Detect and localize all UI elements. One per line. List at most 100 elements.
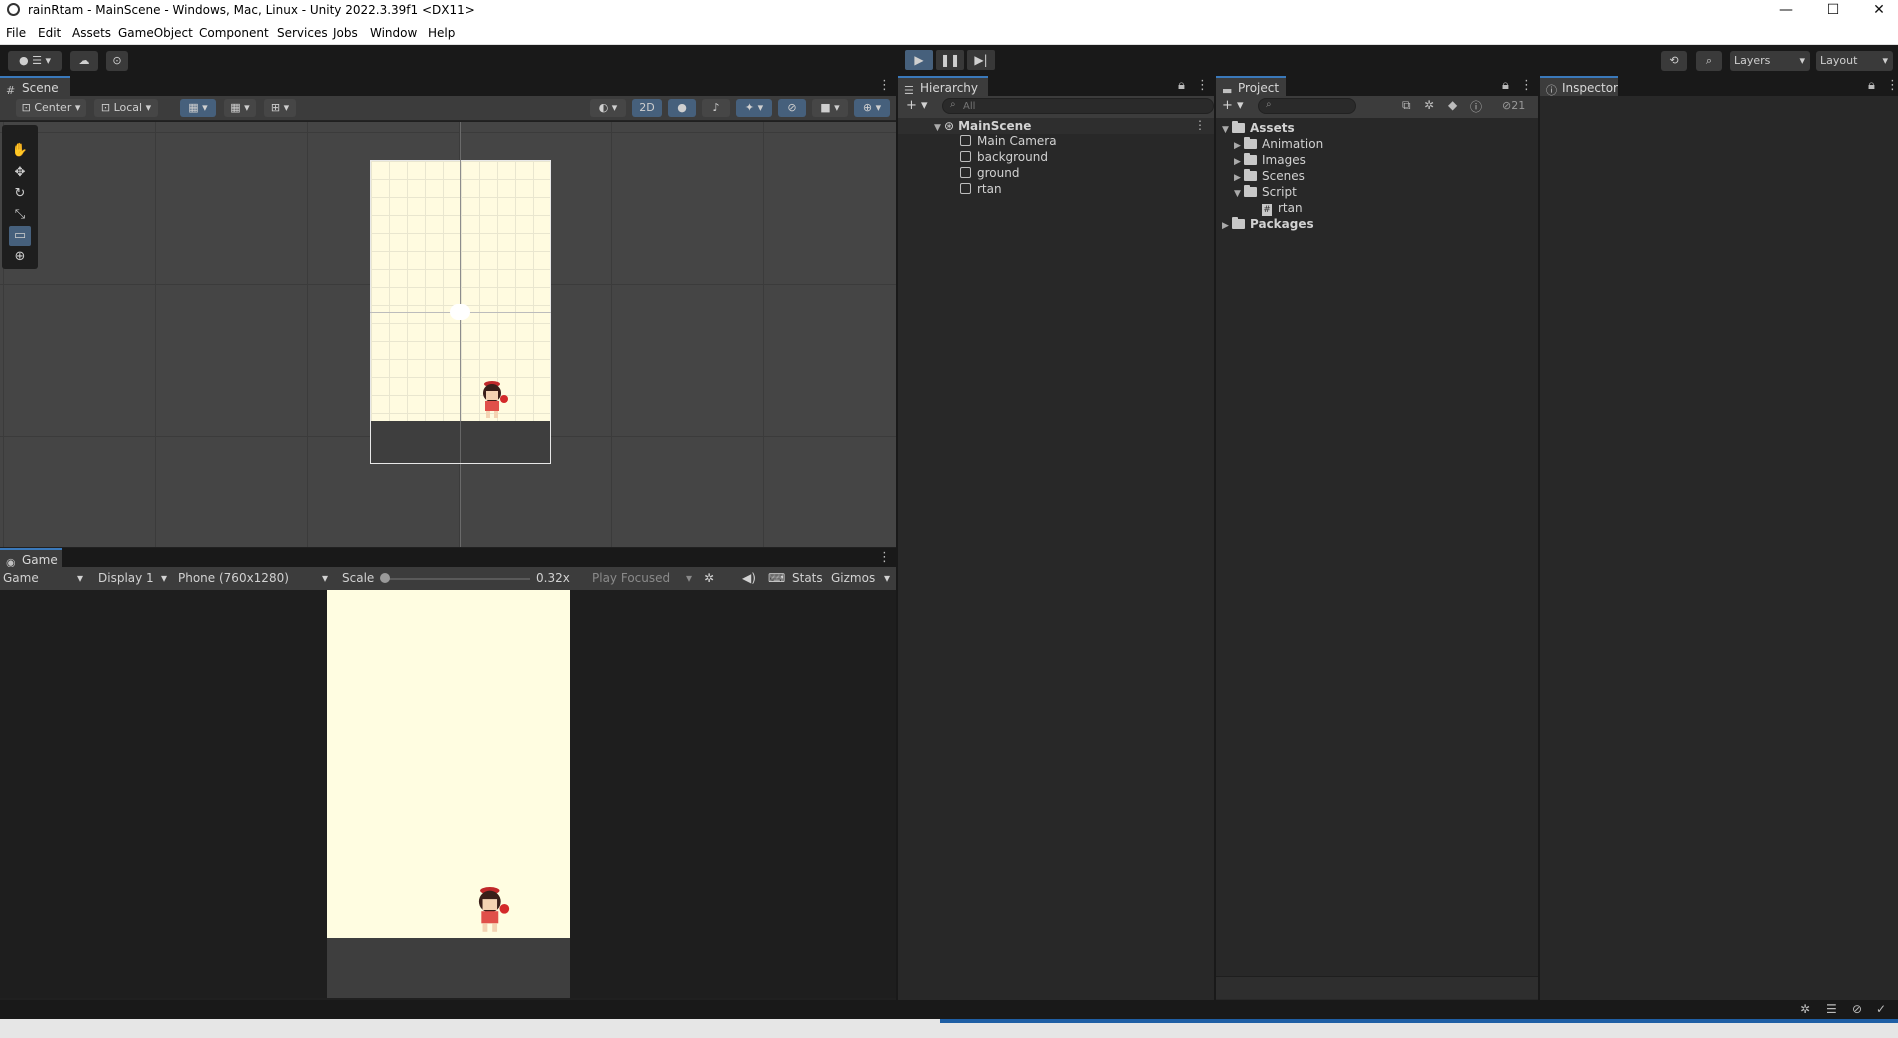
hand-tool-icon[interactable]: ✋ xyxy=(9,141,31,161)
move-tool-icon[interactable]: ✥ xyxy=(9,163,31,183)
project-assets-root[interactable]: ▼ Assets xyxy=(1222,120,1295,136)
snap-increment-button[interactable]: ▦ ▾ xyxy=(224,99,256,117)
transform-tool-icon[interactable]: ⊕ xyxy=(9,247,31,267)
keyboard-icon[interactable]: ⌨ xyxy=(768,567,785,589)
incremental-snap-button[interactable]: ⊞ ▾ xyxy=(264,99,296,117)
scene-row[interactable]: ▼ ⊛ MainScene ⋮ xyxy=(898,118,1214,134)
hierarchy-item-background[interactable]: background xyxy=(960,149,1048,165)
draw-mode-dropdown[interactable]: ◐ ▾ xyxy=(590,99,626,117)
maximize-button[interactable]: ☐ xyxy=(1810,0,1856,21)
hidden-objects-icon[interactable]: ⊘ xyxy=(778,99,806,117)
menu-assets[interactable]: Assets xyxy=(72,26,111,40)
pivot-dropdown[interactable]: ⊡ Center ▾ xyxy=(16,99,86,117)
filter-type-icon[interactable]: ✲ xyxy=(1424,98,1434,112)
bug-icon[interactable]: ✲ xyxy=(704,567,714,589)
history-icon[interactable]: ⟲ xyxy=(1661,51,1687,71)
search-icon[interactable]: ⌕ xyxy=(1696,51,1722,71)
collab-icon[interactable]: ⊙ xyxy=(106,51,128,71)
menu-window[interactable]: Window xyxy=(370,26,417,40)
debug-icon[interactable]: ✲ xyxy=(1800,1002,1810,1016)
play-focused-dropdown[interactable]: Play Focused ▾ xyxy=(592,567,696,589)
info-icon[interactable]: ⓘ xyxy=(1470,98,1482,115)
lock-icon[interactable]: 🔒︎ xyxy=(1178,78,1185,93)
more-options-icon[interactable]: ⋮ xyxy=(1194,118,1206,132)
camera-dropdown[interactable]: ■ ▾ xyxy=(812,99,848,117)
cloud-icon[interactable]: ☁ xyxy=(70,51,98,71)
project-folder-images[interactable]: ▶ Images xyxy=(1234,152,1306,168)
lock-icon[interactable]: 🔒︎ xyxy=(1868,78,1875,93)
project-packages-root[interactable]: ▶ Packages xyxy=(1222,216,1314,232)
hierarchy-search-input[interactable] xyxy=(942,98,1214,114)
gizmos-dropdown[interactable]: Gizmos ▾ xyxy=(831,567,893,589)
step-button[interactable]: ▶| xyxy=(967,50,995,70)
project-folder-animation[interactable]: ▶ Animation xyxy=(1234,136,1323,152)
project-file-rtan[interactable]: # rtan xyxy=(1262,200,1303,216)
more-options-icon[interactable]: ⋮ xyxy=(878,550,891,565)
minimize-button[interactable]: — xyxy=(1763,0,1809,21)
collapsed-arrow-icon[interactable]: ▶ xyxy=(1222,218,1232,234)
display-dropdown[interactable]: Display 1 ▾ xyxy=(98,567,172,589)
unity-scene-icon: ⊛ xyxy=(944,119,955,133)
expand-arrow-icon[interactable]: ▼ xyxy=(1234,186,1244,202)
menu-component[interactable]: Component xyxy=(199,26,269,40)
menu-help[interactable]: Help xyxy=(428,26,455,40)
audio-toggle-icon[interactable]: ♪ xyxy=(702,99,730,117)
2d-toggle[interactable]: 2D xyxy=(632,99,662,117)
game-view-dropdown[interactable]: Game ▾ xyxy=(3,567,85,589)
project-folder-script[interactable]: ▼ Script xyxy=(1234,184,1297,200)
menu-file[interactable]: File xyxy=(6,26,26,40)
resolution-dropdown[interactable]: Phone (760x1280) ▾ xyxy=(178,567,332,589)
space-dropdown[interactable]: ⊡ Local ▾ xyxy=(94,99,158,117)
lock-icon[interactable]: 🔒︎ xyxy=(1502,78,1509,93)
rotate-tool-icon[interactable]: ↻ xyxy=(9,184,31,204)
project-search-input[interactable] xyxy=(1258,98,1356,114)
grid-snap-button[interactable]: ▦ ▾ xyxy=(180,99,216,117)
scale-slider-track[interactable] xyxy=(384,578,530,580)
scale-slider-handle[interactable] xyxy=(380,573,390,583)
label-filter-icon[interactable]: ◆ xyxy=(1448,98,1457,112)
project-folder-scenes[interactable]: ▶ Scenes xyxy=(1234,168,1305,184)
effects-dropdown[interactable]: ✦ ▾ xyxy=(736,99,772,117)
layers-dropdown[interactable]: Layers ▾ xyxy=(1730,51,1810,71)
gizmos-dropdown[interactable]: ⊕ ▾ xyxy=(854,99,890,117)
tab-label: Hierarchy xyxy=(920,81,979,95)
stats-button[interactable]: Stats xyxy=(792,567,823,589)
menu-edit[interactable]: Edit xyxy=(38,26,61,40)
tab-hierarchy[interactable]: ☰ Hierarchy xyxy=(898,76,988,97)
create-asset-button[interactable]: + ▾ xyxy=(1222,98,1244,113)
menu-services[interactable]: Services xyxy=(277,26,328,40)
scale-tool-icon[interactable]: ⤡ xyxy=(9,205,31,225)
mute-audio-icon[interactable]: ◀) xyxy=(742,567,756,589)
tab-project[interactable]: ▬ Project xyxy=(1216,76,1286,97)
hierarchy-item-rtan[interactable]: rtan xyxy=(960,181,1002,197)
tab-scene[interactable]: # Scene xyxy=(0,76,70,97)
expand-arrow-icon[interactable]: ▼ xyxy=(1222,122,1232,138)
close-button[interactable]: ✕ xyxy=(1856,0,1898,21)
menu-gameobject[interactable]: GameObject xyxy=(118,26,193,40)
more-options-icon[interactable]: ⋮ xyxy=(878,78,891,93)
rtan-character-scene[interactable] xyxy=(474,378,512,422)
hidden-count-badge[interactable]: ⊘21 xyxy=(1502,99,1525,112)
layout-dropdown[interactable]: Layout ▾ xyxy=(1816,51,1893,71)
account-dropdown[interactable]: ● ☰ ▾ xyxy=(8,51,62,71)
hierarchy-item-main-camera[interactable]: Main Camera xyxy=(960,133,1057,149)
play-button[interactable]: ▶ xyxy=(905,50,933,70)
pause-button[interactable]: ❚❚ xyxy=(936,50,964,70)
more-options-icon[interactable]: ⋮ xyxy=(1886,78,1898,93)
status-ok-icon[interactable]: ✓ xyxy=(1876,1002,1886,1016)
search-by-type-icon[interactable]: ⧉ xyxy=(1402,98,1411,113)
tab-inspector[interactable]: ⓘ Inspector xyxy=(1540,76,1618,97)
menu-jobs[interactable]: Jobs xyxy=(333,26,358,40)
hierarchy-item-ground[interactable]: ground xyxy=(960,165,1019,181)
add-object-button[interactable]: + ▾ xyxy=(906,98,928,113)
more-options-icon[interactable]: ⋮ xyxy=(1520,78,1533,93)
lighting-toggle-icon[interactable]: ● xyxy=(668,99,696,117)
camera-gizmo-icon[interactable] xyxy=(450,304,470,320)
tab-game[interactable]: ◉ Game xyxy=(0,548,62,569)
rect-tool-icon[interactable]: ▭ xyxy=(9,226,31,246)
progress-icon[interactable]: ⊘ xyxy=(1852,1002,1862,1016)
scene-root-item[interactable]: ▼ ⊛ MainScene xyxy=(934,118,1031,134)
more-options-icon[interactable]: ⋮ xyxy=(1196,78,1209,93)
expand-arrow-icon[interactable]: ▼ xyxy=(934,120,944,136)
cache-icon[interactable]: ☰ xyxy=(1826,1002,1837,1016)
